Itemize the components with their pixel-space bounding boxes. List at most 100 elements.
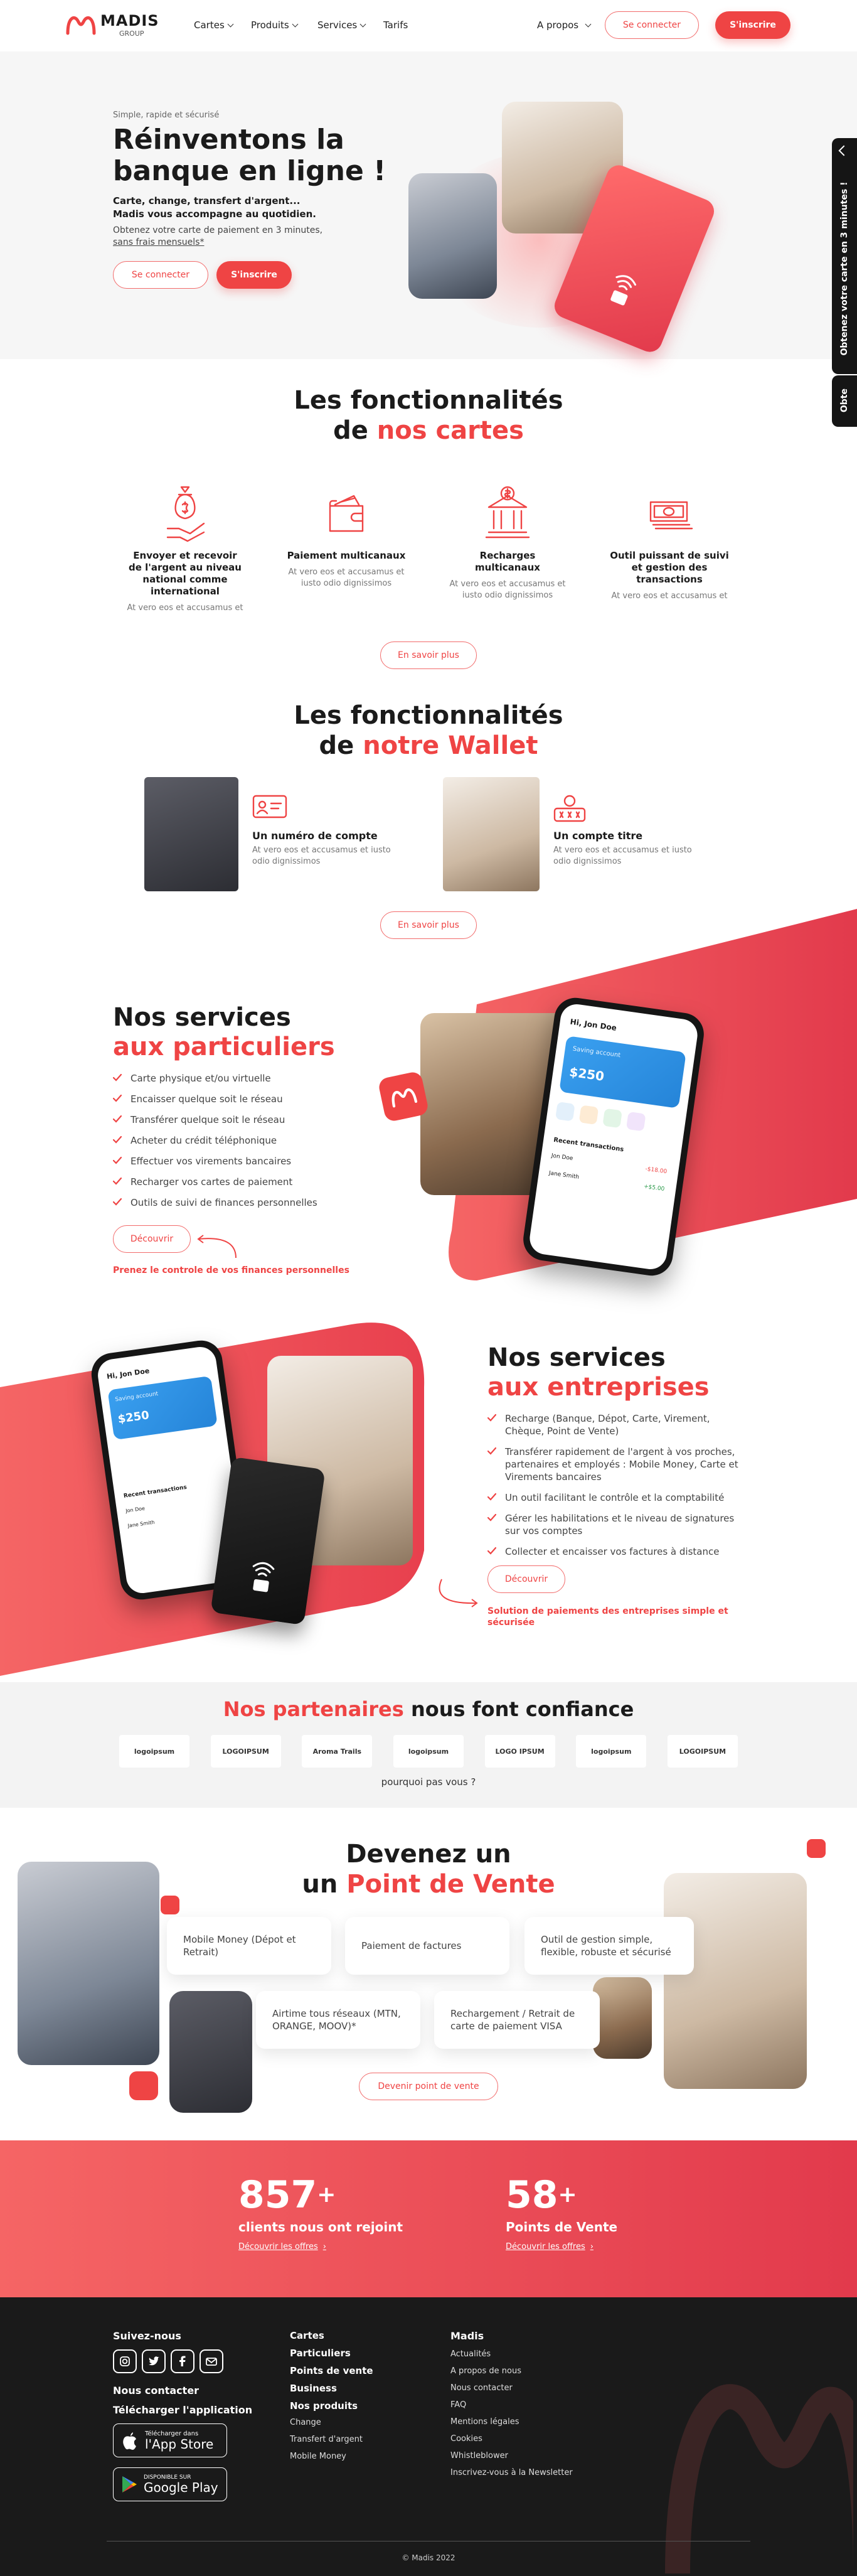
footer-follow-title: Suivez-nous xyxy=(113,2330,181,2342)
footer-nav-link[interactable]: Business xyxy=(290,2383,373,2394)
pos-photo-woman-shop xyxy=(664,1873,807,2089)
stat-offers-link[interactable]: Découvrir les offres › xyxy=(506,2242,617,2251)
check-icon xyxy=(113,1095,122,1102)
hero-text-main: Obtenez votre carte de paiement en 3 min… xyxy=(113,225,323,235)
partners-section: Nos partenaires nous font confiance logo… xyxy=(0,1682,857,1808)
footer-nav-link[interactable]: Cartes xyxy=(290,2330,373,2341)
footer-nav-link[interactable]: Mobile Money xyxy=(290,2452,373,2461)
cards-more-button[interactable]: En savoir plus xyxy=(380,641,477,669)
pos-card: Airtime tous réseaux (MTN, ORANGE, MOOV)… xyxy=(256,1991,420,2049)
nav-a-propos-label: A propos xyxy=(537,19,579,31)
business-tagline: Solution de paiements des entreprises si… xyxy=(487,1606,728,1628)
list-item-text: Transférer quelque soit le réseau xyxy=(130,1114,285,1125)
google-play-button[interactable]: DISPONIBLE SUR Google Play xyxy=(113,2467,227,2501)
wallet-features-title-prefix: de xyxy=(319,731,363,760)
partner-logo: LOGOIPSUM xyxy=(667,1735,738,1768)
mail-icon[interactable] xyxy=(200,2349,223,2373)
hero-eyebrow: Simple, rapide et sécurisé xyxy=(113,110,220,120)
side-tab-secondary[interactable]: Obte xyxy=(832,375,857,427)
partners-title: Nos partenaires nous font confiance xyxy=(0,1697,857,1721)
nav-a-propos[interactable]: A propos xyxy=(537,19,592,31)
list-item-text: Acheter du crédit téléphonique xyxy=(130,1135,277,1146)
footer-contact-link[interactable]: Nous contacter xyxy=(113,2385,252,2396)
nav-produits-label: Produits xyxy=(251,19,289,31)
footer-nav-link[interactable]: Inscrivez-vous à la Newsletter xyxy=(450,2468,573,2477)
become-pos-button[interactable]: Devenir point de vente xyxy=(359,2073,498,2100)
app-shortcuts xyxy=(555,1102,669,1136)
footer-nav-link[interactable]: A propos de nous xyxy=(450,2366,573,2376)
card-feature-title: Outil puissant de suivi et gestion des t… xyxy=(610,550,729,585)
app-tx-row: Jon Doe -$18.00 xyxy=(551,1153,668,1176)
footer-nav-link[interactable]: Particuliers xyxy=(290,2348,373,2359)
chevron-down-icon xyxy=(292,21,299,28)
list-item-text: Un outil facilitant le contrôle et la co… xyxy=(505,1492,725,1503)
get-card-side-tab[interactable]: Obtenez votre carte en 3 minutes ! xyxy=(832,138,857,374)
chevron-right-icon: › xyxy=(322,2242,326,2251)
partner-logo: LOGOIPSUM xyxy=(210,1735,281,1768)
footer-nav-link[interactable]: Whistleblower xyxy=(450,2451,573,2461)
footer-nav-link[interactable]: Mentions légales xyxy=(450,2417,573,2427)
hero-title: Réinventons la banque en ligne ! xyxy=(113,124,386,187)
partner-logo: Aroma Trails xyxy=(302,1735,373,1768)
footer-nav-link[interactable]: Points de vente xyxy=(290,2365,373,2376)
instagram-icon[interactable] xyxy=(113,2349,137,2373)
footer-nav-link[interactable]: FAQ xyxy=(450,2400,573,2410)
footer-nav-link[interactable]: Cookies xyxy=(450,2434,573,2444)
twitter-icon[interactable] xyxy=(142,2349,166,2373)
card-feature-text: At vero eos et accusamus et xyxy=(127,603,243,613)
tx-amount: +$5.00 xyxy=(643,1183,665,1193)
shortcut-icon xyxy=(555,1102,575,1122)
nav-services[interactable]: Services xyxy=(317,19,366,31)
footer-nav-link[interactable]: Actualités xyxy=(450,2349,573,2359)
check-icon xyxy=(487,1547,496,1555)
check-icon xyxy=(487,1447,496,1455)
tx-name: Jon Doe xyxy=(551,1152,573,1162)
stat-offers-link[interactable]: Découvrir les offres › xyxy=(238,2242,403,2251)
individuals-list: Carte physique et/ou virtuelle Encaisser … xyxy=(113,1072,376,1217)
pos-deco-square xyxy=(807,1839,826,1858)
check-icon xyxy=(113,1178,122,1185)
nav-produits[interactable]: Produits xyxy=(251,19,299,31)
check-icon xyxy=(113,1136,122,1144)
partner-logos: logoipsum LOGOIPSUM Aroma Trails logoipsum L… xyxy=(119,1735,738,1770)
footer-nav-link[interactable]: Transfert d'argent xyxy=(290,2435,373,2444)
hero-subtitle: Carte, change, transfert d'argent... Mad… xyxy=(113,195,316,221)
card-feature-item: Paiement multicanaux At vero eos et accu… xyxy=(287,483,406,589)
app-account-label: Saving account xyxy=(572,1045,621,1060)
footer-nav-link[interactable]: Nos produits xyxy=(290,2400,373,2412)
hero-login-button[interactable]: Se connecter xyxy=(113,261,208,289)
shortcut-icon xyxy=(602,1108,622,1129)
hero-signup-button[interactable]: S'inscrire xyxy=(216,261,292,289)
individuals-title-line1: Nos services xyxy=(113,1003,291,1032)
madis-logo-icon xyxy=(66,16,96,35)
wallet-features-title-line2: de notre Wallet xyxy=(0,731,857,761)
footer-nav-link[interactable]: Change xyxy=(290,2418,373,2427)
card-feature-text: At vero eos et accusamus et xyxy=(611,591,728,601)
list-item: Transférer rapidement de l'argent à vos … xyxy=(487,1446,751,1483)
pos-card: Mobile Money (Dépot et Retrait) xyxy=(167,1917,331,1975)
cards-features-title-line2: de nos cartes xyxy=(0,416,857,446)
footer-madis-title[interactable]: Madis xyxy=(450,2330,573,2342)
wallet-feature-title: Un numéro de compte xyxy=(252,830,378,842)
footer-nav-link[interactable]: Nous contacter xyxy=(450,2383,573,2393)
app-store-button[interactable]: Télécharger dans l'App Store xyxy=(113,2423,227,2457)
login-button[interactable]: Se connecter xyxy=(605,11,699,39)
card-feature-item: Recharges multicanaux At vero eos et acc… xyxy=(448,483,567,601)
list-item: Recharge (Banque, Dépot, Carte, Virement… xyxy=(487,1412,751,1437)
signup-button[interactable]: S'inscrire xyxy=(715,11,790,39)
footer-watermark-logo xyxy=(665,2384,853,2573)
individuals-discover-button[interactable]: Découvrir xyxy=(113,1225,191,1253)
card-feature-item: Envoyer et recevoir de l'argent au nivea… xyxy=(125,483,245,614)
wallet-feature-text: At vero eos et accusamus et iusto odio d… xyxy=(553,845,692,866)
nav-tarifs[interactable]: Tarifs xyxy=(383,19,408,31)
list-item-text: Transférer rapidement de l'argent à vos … xyxy=(505,1446,738,1483)
hero-title-line2: banque en ligne ! xyxy=(113,155,386,187)
individuals-title-line2: aux particuliers xyxy=(113,1033,335,1061)
business-discover-button[interactable]: Découvrir xyxy=(487,1565,565,1593)
app-balance: $250 xyxy=(117,1409,151,1426)
nav-cartes[interactable]: Cartes xyxy=(194,19,234,31)
madis-logo[interactable]: MADIS GROUP xyxy=(65,11,166,41)
facebook-icon[interactable] xyxy=(171,2349,194,2373)
no-fees-link[interactable]: sans frais mensuels* xyxy=(113,237,322,249)
bank-icon xyxy=(485,486,530,539)
